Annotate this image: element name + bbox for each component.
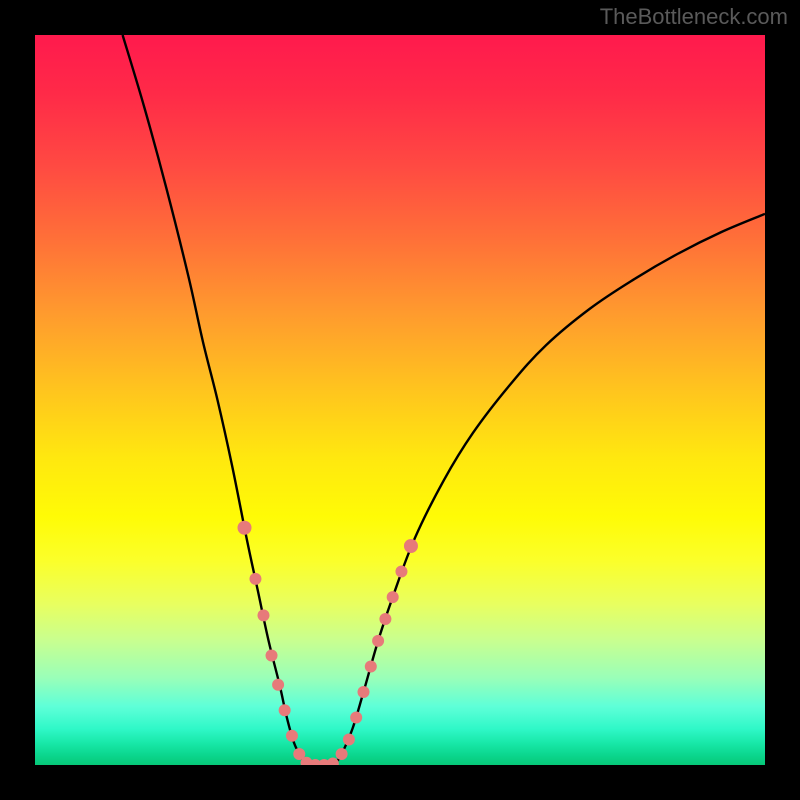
chart-svg — [35, 35, 765, 765]
marker-dot — [272, 679, 284, 691]
marker-dot — [365, 660, 377, 672]
marker-dot — [257, 609, 269, 621]
curve-lines — [123, 35, 765, 765]
marker-dot — [350, 712, 362, 724]
watermark-text: TheBottleneck.com — [600, 4, 788, 30]
marker-dot — [249, 573, 261, 585]
bottleneck-curve — [123, 35, 765, 765]
marker-dot — [379, 613, 391, 625]
chart-plot-area — [35, 35, 765, 765]
marker-dot — [279, 704, 291, 716]
marker-dot — [358, 686, 370, 698]
marker-dot — [286, 730, 298, 742]
marker-dot — [395, 566, 407, 578]
marker-dot — [343, 733, 355, 745]
marker-dot — [372, 635, 384, 647]
marker-dot — [327, 758, 339, 765]
marker-dots — [238, 521, 418, 765]
marker-dot — [238, 521, 252, 535]
marker-dot — [404, 539, 418, 553]
marker-dot — [266, 650, 278, 662]
marker-dot — [336, 748, 348, 760]
marker-dot — [387, 591, 399, 603]
